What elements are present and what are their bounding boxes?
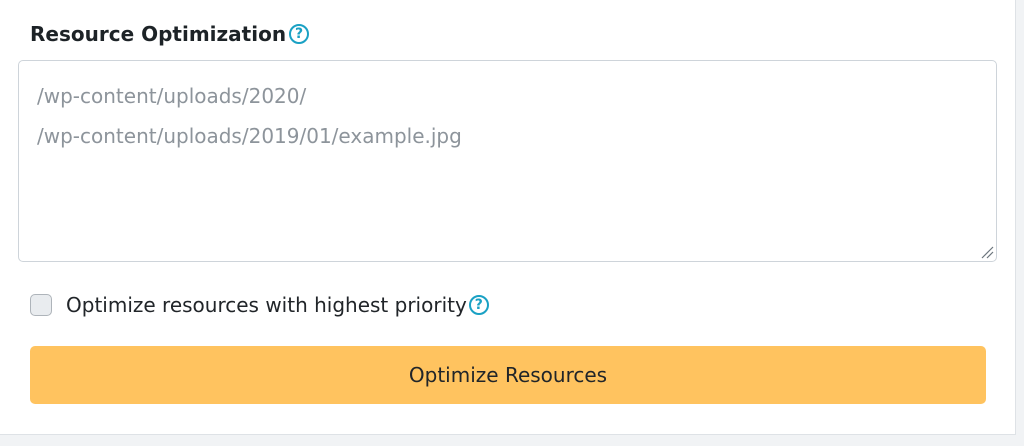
- section-title: Resource Optimization: [30, 22, 287, 46]
- priority-checkbox-label[interactable]: Optimize resources with highest priority: [66, 293, 467, 317]
- resource-optimization-panel: Resource Optimization ? Optimize resourc…: [0, 0, 1016, 435]
- priority-option-row: Optimize resources with highest priority…: [30, 290, 489, 320]
- priority-checkbox[interactable]: [30, 294, 52, 316]
- question-circle-icon[interactable]: ?: [468, 295, 489, 315]
- resource-paths-container: [18, 60, 997, 262]
- section-header: Resource Optimization ?: [30, 19, 310, 49]
- resize-handle-icon[interactable]: [980, 245, 994, 259]
- optimize-resources-button[interactable]: Optimize Resources: [30, 346, 986, 404]
- optimize-resources-button-label: Optimize Resources: [408, 363, 608, 387]
- resource-paths-textarea[interactable]: [18, 60, 997, 262]
- question-circle-icon[interactable]: ?: [289, 24, 310, 44]
